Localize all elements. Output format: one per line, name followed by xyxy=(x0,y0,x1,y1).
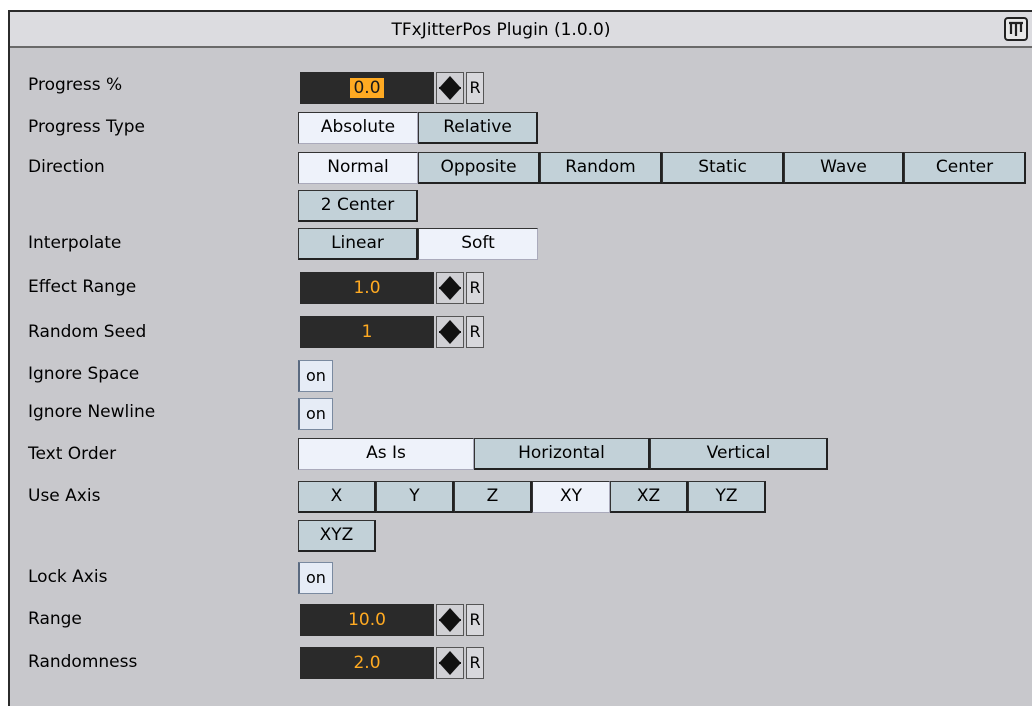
arrow-down-icon xyxy=(440,289,460,300)
text-order-label: Text Order xyxy=(28,444,117,464)
range-label: Range xyxy=(28,609,82,629)
title-bar: TFxJitterPos Plugin (1.0.0) xyxy=(10,12,1032,48)
text-order-asis-button[interactable]: As Is xyxy=(298,438,474,470)
range-stepper[interactable] xyxy=(436,604,464,636)
ignore-space-toggle[interactable]: on xyxy=(298,360,333,392)
progress-field[interactable]: 0.0 xyxy=(300,72,434,104)
range-reset-button[interactable]: R xyxy=(466,604,484,636)
random-seed-reset-button[interactable]: R xyxy=(466,316,484,348)
text-order-horizontal-button[interactable]: Horizontal xyxy=(474,438,650,470)
direction-label: Direction xyxy=(28,157,105,177)
randomness-reset-button[interactable]: R xyxy=(466,647,484,679)
progress-reset-button[interactable]: R xyxy=(466,72,484,104)
arrow-up-icon xyxy=(440,76,460,87)
lock-axis-toggle[interactable]: on xyxy=(298,562,333,594)
effect-range-field[interactable]: 1.0 xyxy=(300,272,434,304)
use-axis-xy-button[interactable]: XY xyxy=(532,481,610,513)
use-axis-x-button[interactable]: X xyxy=(298,481,376,513)
use-axis-xyz-button[interactable]: XYZ xyxy=(298,520,376,552)
effect-range-reset-button[interactable]: R xyxy=(466,272,484,304)
progress-value: 0.0 xyxy=(350,78,384,98)
arrow-down-icon xyxy=(440,664,460,675)
random-seed-label: Random Seed xyxy=(28,322,147,342)
randomness-label: Randomness xyxy=(28,652,138,672)
randomness-field[interactable]: 2.0 xyxy=(300,647,434,679)
direction-wave-button[interactable]: Wave xyxy=(784,152,904,184)
direction-normal-button[interactable]: Normal xyxy=(298,152,418,184)
interpolate-linear-button[interactable]: Linear xyxy=(298,228,418,260)
use-axis-y-button[interactable]: Y xyxy=(376,481,454,513)
direction-static-button[interactable]: Static xyxy=(662,152,784,184)
use-axis-z-button[interactable]: Z xyxy=(454,481,532,513)
arrow-up-icon xyxy=(440,320,460,331)
effect-range-stepper[interactable] xyxy=(436,272,464,304)
arrow-down-icon xyxy=(440,621,460,632)
random-seed-field[interactable]: 1 xyxy=(300,316,434,348)
plugin-panel: TFxJitterPos Plugin (1.0.0) Progress % 0… xyxy=(8,10,1032,706)
use-axis-xz-button[interactable]: XZ xyxy=(610,481,688,513)
arrow-up-icon xyxy=(440,608,460,619)
use-axis-label: Use Axis xyxy=(28,486,101,506)
ignore-space-label: Ignore Space xyxy=(28,364,140,384)
plugin-icon[interactable] xyxy=(1004,17,1028,41)
use-axis-yz-button[interactable]: YZ xyxy=(688,481,766,513)
interpolate-soft-button[interactable]: Soft xyxy=(418,228,538,260)
progress-label: Progress % xyxy=(28,75,123,95)
text-order-vertical-button[interactable]: Vertical xyxy=(650,438,828,470)
direction-random-button[interactable]: Random xyxy=(540,152,662,184)
progress-type-absolute-button[interactable]: Absolute xyxy=(298,112,418,144)
lock-axis-label: Lock Axis xyxy=(28,567,108,587)
effect-range-label: Effect Range xyxy=(28,277,137,297)
direction-center-button[interactable]: Center xyxy=(904,152,1026,184)
interpolate-label: Interpolate xyxy=(28,233,122,253)
window-title: TFxJitterPos Plugin (1.0.0) xyxy=(391,20,611,40)
progress-type-label: Progress Type xyxy=(28,117,145,137)
direction-2center-button[interactable]: 2 Center xyxy=(298,190,418,222)
arrow-up-icon xyxy=(440,651,460,662)
random-seed-stepper[interactable] xyxy=(436,316,464,348)
arrow-down-icon xyxy=(440,89,460,100)
randomness-stepper[interactable] xyxy=(436,647,464,679)
arrow-down-icon xyxy=(440,333,460,344)
direction-opposite-button[interactable]: Opposite xyxy=(418,152,540,184)
progress-stepper[interactable] xyxy=(436,72,464,104)
progress-type-relative-button[interactable]: Relative xyxy=(418,112,538,144)
ignore-newline-toggle[interactable]: on xyxy=(298,398,333,430)
ignore-newline-label: Ignore Newline xyxy=(28,402,156,422)
arrow-up-icon xyxy=(440,276,460,287)
range-field[interactable]: 10.0 xyxy=(300,604,434,636)
